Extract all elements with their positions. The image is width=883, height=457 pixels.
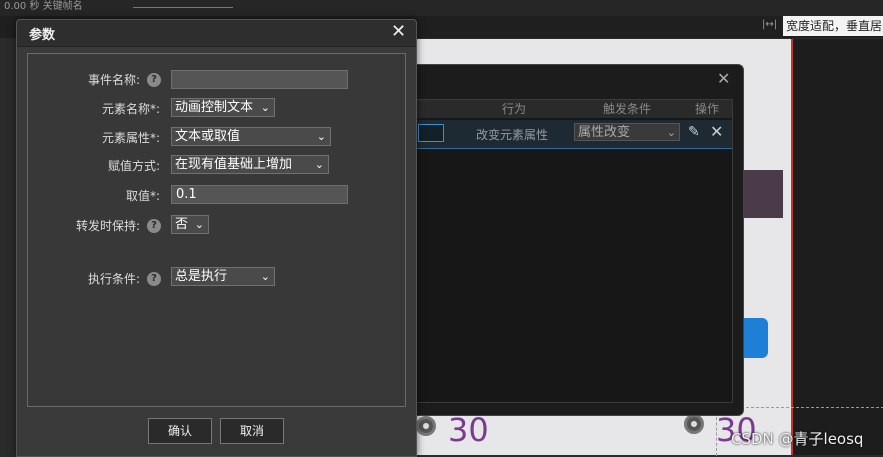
element-property-label: 元素属性*: (101, 131, 160, 145)
help-icon[interactable]: ? (147, 73, 161, 87)
element-property-select[interactable]: 文本或取值 ⌄ (171, 127, 331, 146)
table-row[interactable]: 改变元素属性 属性改变 ⌄ ✎ ✕ (412, 120, 732, 149)
params-dialog: 参数 ✕ 事件名称: ? 元素名称*: 动画控制文本 ⌄ 元素属性*: 文本或取… (16, 19, 417, 457)
delete-icon[interactable]: ✕ (710, 122, 723, 141)
element-name-value: 动画控制文本 (175, 100, 254, 115)
column-header-action: 行为 (502, 102, 527, 116)
table-header: 行为 触发条件 操作 (412, 100, 732, 118)
row-trigger-select[interactable]: 属性改变 ⌄ (574, 123, 680, 141)
help-icon[interactable]: ? (147, 272, 161, 286)
interaction-dialog: ✕ 行为 触发条件 操作 改变元素属性 属性改变 ⌄ ✎ ✕ (398, 64, 744, 416)
confirm-button[interactable]: 确认 (148, 418, 212, 444)
help-icon[interactable]: ? (147, 219, 161, 233)
element-property-value: 文本或取值 (175, 129, 241, 144)
assign-mode-label: 赋值方式: (107, 159, 160, 173)
element-name-select[interactable]: 动画控制文本 ⌄ (171, 98, 275, 117)
watermark: CSDN @青子leosq (731, 430, 864, 448)
chevron-down-icon: ⌄ (316, 130, 326, 143)
canvas-number: 30 (448, 411, 489, 449)
keyframe-name-field[interactable] (133, 7, 233, 8)
fit-mode-select[interactable]: 宽度适配，垂直居中 (783, 16, 883, 36)
condition-select[interactable]: 总是执行 ⌄ (171, 267, 275, 286)
condition-value: 总是执行 (175, 269, 228, 284)
keep-on-forward-label: 转发时保持: (75, 219, 140, 233)
dialog-header: 参数 ✕ (17, 20, 416, 47)
close-icon[interactable]: ✕ (717, 69, 730, 88)
chevron-down-icon: ⌄ (194, 218, 204, 231)
edit-icon[interactable]: ✎ (688, 124, 700, 140)
row-trigger-value: 属性改变 (578, 125, 631, 140)
dialog-title: 参数 (29, 28, 56, 43)
chevron-down-icon: ⌄ (260, 101, 270, 114)
chevron-down-icon: ⌄ (260, 270, 270, 283)
chevron-down-icon: ⌄ (666, 126, 676, 139)
column-header-operation: 操作 (695, 102, 720, 116)
value-input[interactable]: 0.1 (171, 185, 348, 204)
interaction-table: 行为 触发条件 操作 改变元素属性 属性改变 ⌄ ✎ ✕ (411, 99, 733, 403)
cancel-button[interactable]: 取消 (220, 418, 284, 444)
value-label: 取值*: (125, 189, 160, 203)
event-name-input[interactable] (171, 70, 348, 89)
target-icon (416, 416, 436, 436)
chevron-down-icon: ⌄ (314, 158, 324, 171)
column-header-trigger: 触发条件 (603, 102, 652, 116)
editor-top-bar: 0.00 秒 关键帧名 (0, 0, 883, 17)
keep-on-forward-value: 否 (175, 217, 189, 232)
assign-mode-select[interactable]: 在现有值基础上增加 ⌄ (171, 155, 329, 174)
fit-width-icon[interactable]: |↔| (762, 19, 777, 30)
canvas-outside-area (793, 39, 883, 455)
params-form: 事件名称: ? 元素名称*: 动画控制文本 ⌄ 元素属性*: 文本或取值 ⌄ 赋… (27, 53, 406, 407)
timeline-text: 0.00 秒 关键帧名 (4, 1, 83, 12)
row-name-input[interactable] (418, 124, 444, 142)
target-icon (684, 414, 704, 434)
canvas-element-block[interactable] (741, 170, 783, 218)
row-action: 改变元素属性 (476, 128, 549, 142)
element-name-label: 元素名称*: (101, 102, 160, 116)
event-name-label: 事件名称: (87, 73, 140, 87)
keep-on-forward-select[interactable]: 否 ⌄ (171, 215, 209, 234)
close-icon[interactable]: ✕ (391, 21, 406, 42)
condition-label: 执行条件: (87, 272, 140, 286)
assign-mode-value: 在现有值基础上增加 (175, 157, 293, 172)
